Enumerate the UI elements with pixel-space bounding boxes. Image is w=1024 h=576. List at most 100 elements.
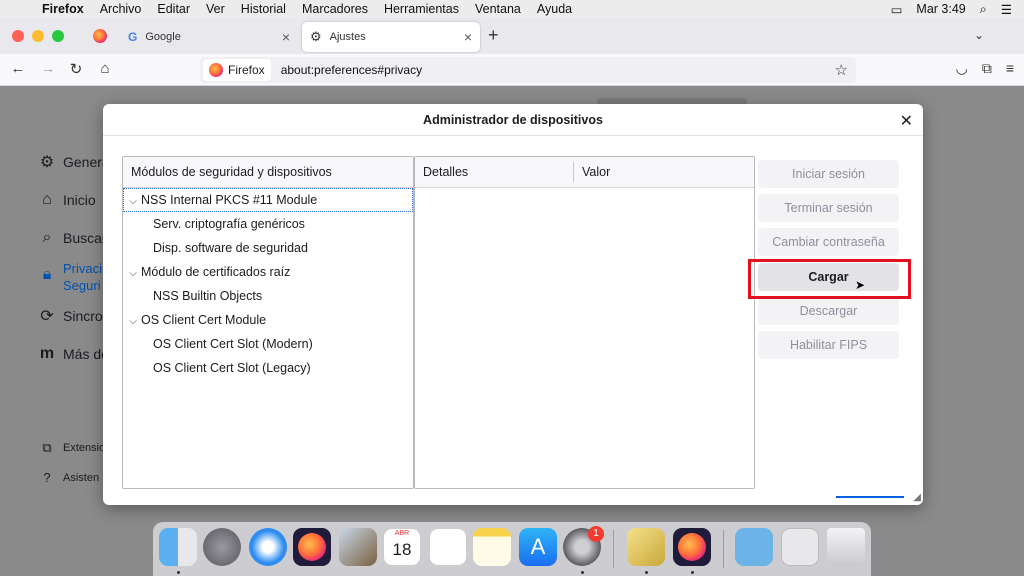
tree-row-label: Módulo de certificados raíz xyxy=(141,265,291,279)
sidebar-item-support[interactable]: ? Asisten xyxy=(36,470,99,485)
close-tab-icon[interactable]: × xyxy=(464,29,472,45)
minimize-window-button[interactable] xyxy=(32,30,44,42)
details-table[interactable]: Detalles Valor xyxy=(414,156,755,489)
menu-historial[interactable]: Historial xyxy=(233,2,294,16)
macos-menu-bar: Firefox Archivo Editar Ver Historial Mar… xyxy=(0,0,1024,18)
tab-strip: G Google × ⚙ Ajustes × + ⌄ xyxy=(0,18,1024,54)
tree-row-slot[interactable]: OS Client Cert Slot (Legacy) xyxy=(123,356,413,380)
chevron-down-icon[interactable]: ⌵ xyxy=(125,262,141,286)
tree-row-module[interactable]: ⌵ OS Client Cert Module xyxy=(123,308,413,332)
sim-card-icon[interactable] xyxy=(627,528,665,566)
firefox-logo-icon xyxy=(209,63,223,77)
menubar-status-area: ▭ Mar 3:49 ⌕ ☰ xyxy=(891,2,1024,17)
sidebar-item-privacy[interactable]: 🔒︎ Privaci Seguri xyxy=(36,260,102,294)
downloads-folder-icon[interactable] xyxy=(735,528,773,566)
logout-button[interactable]: Terminar sesión xyxy=(758,194,899,222)
tree-row-module[interactable]: ⌵ Módulo de certificados raíz xyxy=(123,260,413,284)
trash-icon[interactable] xyxy=(827,528,865,566)
sidebar-item-general[interactable]: ⚙ Genera xyxy=(36,152,110,172)
close-tab-icon[interactable]: × xyxy=(282,29,290,45)
puzzle-icon: ⧉ xyxy=(42,440,52,455)
app-store-badge: 1 xyxy=(588,526,604,542)
menu-ventana[interactable]: Ventana xyxy=(467,2,529,16)
device-manager-dialog: Administrador de dispositivos ✕ Módulos … xyxy=(103,104,923,505)
sidebar-item-more-from-mozilla[interactable]: m Más de xyxy=(36,345,109,363)
resize-grip-icon[interactable]: ◢ xyxy=(913,492,921,503)
sidebar-item-extensions[interactable]: ⧉ Extensio xyxy=(36,440,105,456)
launchpad-rocket-icon[interactable] xyxy=(203,528,241,566)
macos-dock: ABR 18 A xyxy=(153,522,871,576)
menu-app-name[interactable]: Firefox xyxy=(40,2,92,16)
safari-compass-icon[interactable] xyxy=(249,528,287,566)
toolbar-right-icons: ◡ ⧉ ≡ xyxy=(956,60,1014,77)
zoom-window-button[interactable] xyxy=(52,30,64,42)
gear-icon: ⚙ xyxy=(39,154,55,171)
spotlight-icon[interactable]: ⌕ xyxy=(980,2,987,17)
security-modules-tree[interactable]: Módulos de seguridad y dispositivos ⌵ NSS… xyxy=(122,156,414,489)
finder-icon[interactable] xyxy=(159,528,197,566)
chevron-down-icon[interactable]: ⌵ xyxy=(125,190,141,214)
menu-ayuda[interactable]: Ayuda xyxy=(529,2,580,16)
preview-eagle-icon[interactable] xyxy=(339,528,377,566)
home-icon: ⌂ xyxy=(42,191,52,208)
unload-button[interactable]: Descargar xyxy=(758,297,899,325)
firefox-icon[interactable] xyxy=(293,528,331,566)
dock-separator xyxy=(613,530,614,568)
url-text[interactable]: about:preferences#privacy xyxy=(281,63,422,77)
reload-icon[interactable]: ↻ xyxy=(66,60,86,78)
tab-google[interactable]: G Google × xyxy=(120,22,298,52)
sidebar-item-sync[interactable]: ⟳ Sincron xyxy=(36,306,110,326)
change-password-button[interactable]: Cambiar contraseña xyxy=(758,228,899,256)
tree-column-header[interactable]: Módulos de seguridad y dispositivos xyxy=(123,157,413,188)
control-center-icon[interactable]: ☰ xyxy=(1001,2,1012,17)
enable-fips-button[interactable]: Habilitar FIPS xyxy=(758,331,899,359)
tab-label: Ajustes xyxy=(329,31,366,43)
bookmark-star-icon[interactable]: ☆ xyxy=(835,61,848,79)
extensions-puzzle-icon[interactable]: ⧉ xyxy=(982,60,992,77)
forward-arrow-icon[interactable]: → xyxy=(38,60,58,77)
menu-marcadores[interactable]: Marcadores xyxy=(294,2,376,16)
firefox-logo-icon xyxy=(93,29,107,43)
reminders-icon[interactable] xyxy=(429,528,467,566)
pocket-icon[interactable]: ◡ xyxy=(956,60,968,77)
back-arrow-icon[interactable]: ← xyxy=(8,60,28,77)
login-button[interactable]: Iniciar sesión xyxy=(758,160,899,188)
chevron-down-icon[interactable]: ⌵ xyxy=(125,310,141,334)
tab-settings[interactable]: ⚙ Ajustes × xyxy=(302,22,480,52)
firefox-icon[interactable] xyxy=(673,528,711,566)
sidebar-item-label: Privaci xyxy=(63,261,103,276)
menubar-clock[interactable]: Mar 3:49 xyxy=(916,2,965,16)
calendar-month: ABR xyxy=(394,530,410,537)
tree-row-slot[interactable]: Disp. software de seguridad xyxy=(123,236,413,260)
menu-herramientas[interactable]: Herramientas xyxy=(376,2,467,16)
app-store-icon[interactable]: A xyxy=(519,528,557,566)
dock-separator xyxy=(723,530,724,568)
app-menu-icon[interactable]: ≡ xyxy=(1006,60,1014,77)
sidebar-item-home[interactable]: ⌂ Inicio xyxy=(36,191,96,209)
menu-ver[interactable]: Ver xyxy=(198,2,233,16)
menu-editar[interactable]: Editar xyxy=(149,2,198,16)
close-window-button[interactable] xyxy=(12,30,24,42)
notes-icon[interactable] xyxy=(473,528,511,566)
new-tab-button[interactable]: + xyxy=(488,25,499,46)
tree-row-slot[interactable]: NSS Builtin Objects xyxy=(123,284,413,308)
calendar-day: 18 xyxy=(392,540,412,559)
tree-row-slot[interactable]: Serv. criptografía genéricos xyxy=(123,212,413,236)
sidebar-item-search[interactable]: ⌕ Buscar xyxy=(36,229,107,247)
list-all-tabs-chevron-icon[interactable]: ⌄ xyxy=(974,28,984,42)
tree-row-slot[interactable]: OS Client Cert Slot (Modern) xyxy=(123,332,413,356)
value-column-header[interactable]: Valor xyxy=(574,157,610,187)
close-icon[interactable]: ✕ xyxy=(900,111,913,131)
tree-row-module[interactable]: ⌵ NSS Internal PKCS #11 Module xyxy=(123,188,413,212)
calendar-icon[interactable]: ABR 18 xyxy=(383,528,421,566)
identity-box[interactable]: Firefox xyxy=(203,59,271,81)
firefox-view-button[interactable] xyxy=(88,26,112,46)
url-bar[interactable]: Firefox about:preferences#privacy ☆ xyxy=(200,57,856,83)
documents-stack-icon[interactable] xyxy=(781,528,819,566)
lock-icon: 🔒︎ xyxy=(42,266,52,283)
home-icon[interactable]: ⌂ xyxy=(95,60,115,77)
details-column-header[interactable]: Detalles xyxy=(415,162,574,182)
display-icon[interactable]: ▭ xyxy=(891,2,903,17)
mouse-cursor-icon: ➤ xyxy=(855,278,866,292)
menu-archivo[interactable]: Archivo xyxy=(92,2,150,16)
